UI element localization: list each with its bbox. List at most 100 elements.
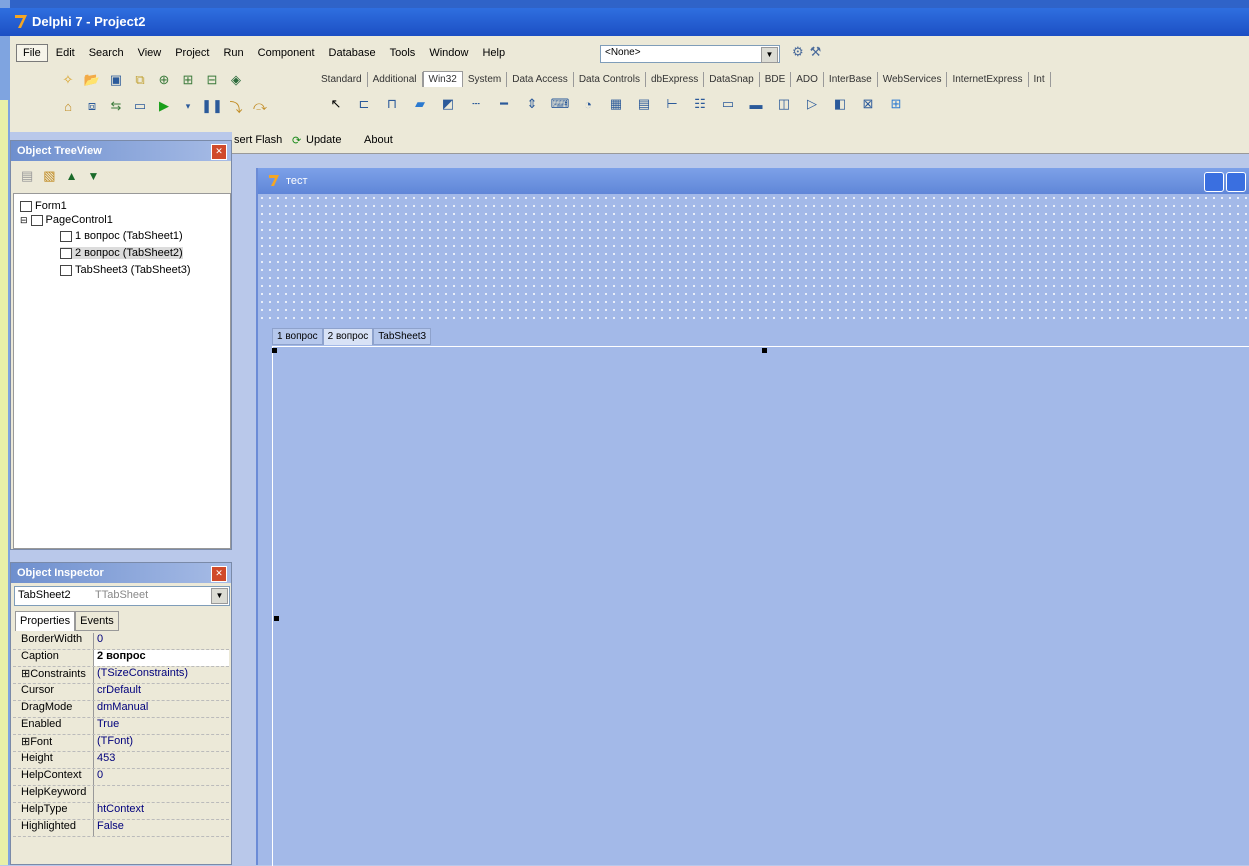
tree-node-form1[interactable]: Form1: [20, 200, 67, 212]
palette-tab-interbase[interactable]: InterBase: [824, 71, 878, 87]
pointer-icon[interactable]: ↖: [326, 94, 346, 114]
updown-icon[interactable]: ⇕: [522, 94, 542, 114]
comboboxex-icon[interactable]: ⊠: [858, 94, 878, 114]
property-row[interactable]: DragMode dmManual: [13, 701, 229, 718]
trackbar-icon[interactable]: ┄: [466, 94, 486, 114]
palette-tab-ado[interactable]: ADO: [791, 71, 824, 87]
save-desktop-icon[interactable]: ⚙: [792, 44, 804, 60]
tab-sheet-body[interactable]: [272, 346, 1249, 866]
imagelist-icon[interactable]: ▰: [410, 94, 430, 114]
menu-search[interactable]: Search: [83, 45, 130, 61]
chevron-down-icon[interactable]: ▼: [211, 588, 228, 604]
property-value[interactable]: 0: [94, 769, 229, 785]
new-item-icon[interactable]: ▤: [21, 168, 33, 184]
move-down-icon[interactable]: ▼: [87, 169, 99, 183]
palette-tab-bde[interactable]: BDE: [760, 71, 792, 87]
view-unit-icon[interactable]: ⌂: [58, 96, 78, 116]
add-file-icon[interactable]: ⊞: [178, 70, 198, 90]
property-value[interactable]: (TFont): [94, 735, 229, 751]
chevron-down-icon[interactable]: ▼: [761, 47, 778, 63]
remove-file-icon[interactable]: ⊟: [202, 70, 222, 90]
palette-tab-additional[interactable]: Additional: [368, 71, 423, 87]
tree-node-pagecontrol1[interactable]: ⊟ PageControl1: [20, 214, 113, 226]
menu-project[interactable]: Project: [169, 45, 215, 61]
view-form-icon[interactable]: ⧈: [82, 96, 102, 116]
toolbar-icon[interactable]: ◫: [774, 94, 794, 114]
menu-file[interactable]: File: [16, 44, 48, 62]
update-button[interactable]: Update: [306, 134, 341, 146]
animate-icon[interactable]: ◔: [578, 94, 598, 114]
palette-tab-dbexpress[interactable]: dbExpress: [646, 71, 705, 87]
tree-node-tabsheet3[interactable]: TabSheet3 (TabSheet3): [60, 264, 191, 276]
chevron-down-icon[interactable]: ▾: [178, 96, 198, 116]
close-icon[interactable]: ✕: [211, 144, 227, 160]
tree-node-tabsheet2[interactable]: 2 вопрос (TabSheet2): [60, 247, 183, 259]
property-row[interactable]: Cursor crDefault: [13, 684, 229, 701]
datetimepicker-icon[interactable]: ▦: [606, 94, 626, 114]
monthcalendar-icon[interactable]: ▤: [634, 94, 654, 114]
set-debug-desktop-icon[interactable]: ⚒: [810, 44, 822, 60]
menu-tools[interactable]: Tools: [384, 45, 422, 61]
property-value[interactable]: htContext: [94, 803, 229, 819]
treeview-icon[interactable]: ⊢: [662, 94, 682, 114]
tab-question-1[interactable]: 1 вопрос: [272, 328, 323, 345]
minimize-icon[interactable]: [1204, 172, 1224, 192]
palette-tab-webservices[interactable]: WebServices: [878, 71, 948, 87]
insert-flash-button[interactable]: sert Flash: [234, 134, 282, 146]
tab-tabsheet3[interactable]: TabSheet3: [373, 328, 432, 345]
open-icon[interactable]: 📂: [82, 70, 102, 90]
palette-tab-datasnap[interactable]: DataSnap: [704, 71, 760, 87]
about-button[interactable]: About: [364, 134, 393, 146]
property-row[interactable]: Highlighted False: [13, 820, 229, 837]
menu-help[interactable]: Help: [476, 45, 511, 61]
pause-icon[interactable]: ❚❚: [201, 96, 223, 116]
property-row[interactable]: Enabled True: [13, 718, 229, 735]
menu-run[interactable]: Run: [217, 45, 249, 61]
statusbar-icon[interactable]: ▬: [746, 94, 766, 114]
refresh-icon[interactable]: ⟳: [292, 134, 301, 147]
tabcontrol-icon[interactable]: ⊏: [354, 94, 374, 114]
palette-tab-data-access[interactable]: Data Access: [507, 71, 574, 87]
open-project-icon[interactable]: ⊕: [154, 70, 174, 90]
step-over-icon[interactable]: ⤼: [250, 96, 270, 116]
property-value[interactable]: (TSizeConstraints): [94, 667, 229, 683]
tab-question-2[interactable]: 2 вопрос: [322, 328, 374, 345]
property-row[interactable]: HelpKeyword: [13, 786, 229, 803]
palette-tab-internet[interactable]: Int: [1029, 71, 1051, 87]
property-value[interactable]: crDefault: [94, 684, 229, 700]
xpmanifest-icon[interactable]: ⊞: [886, 94, 906, 114]
property-row[interactable]: HelpType htContext: [13, 803, 229, 820]
property-value[interactable]: 453: [94, 752, 229, 768]
selection-handle[interactable]: [762, 348, 767, 353]
property-value[interactable]: [94, 786, 229, 802]
property-value[interactable]: True: [94, 718, 229, 734]
menu-component[interactable]: Component: [252, 45, 321, 61]
help-icon[interactable]: ◈: [226, 70, 246, 90]
headercontrol-icon[interactable]: ▭: [718, 94, 738, 114]
tree-node-tabsheet1[interactable]: 1 вопрос (TabSheet1): [60, 230, 183, 242]
progressbar-icon[interactable]: ━: [494, 94, 514, 114]
save-icon[interactable]: ▣: [106, 70, 126, 90]
delete-item-icon[interactable]: ▧: [43, 168, 55, 184]
property-row[interactable]: ⊞Constraints (TSizeConstraints): [13, 667, 229, 684]
menu-edit[interactable]: Edit: [50, 45, 81, 61]
property-value[interactable]: 2 вопрос: [94, 650, 229, 666]
pagecontrol-icon[interactable]: ⊓: [382, 94, 402, 114]
richedit-icon[interactable]: ◩: [438, 94, 458, 114]
palette-tab-internetexpress[interactable]: InternetExpress: [947, 71, 1029, 87]
move-up-icon[interactable]: ▲: [66, 169, 78, 183]
maximize-icon[interactable]: [1226, 172, 1246, 192]
object-selector[interactable]: TabSheet2 TTabSheet ▼: [14, 586, 230, 606]
menu-view[interactable]: View: [132, 45, 168, 61]
property-value[interactable]: dmManual: [94, 701, 229, 717]
property-row[interactable]: BorderWidth 0: [13, 633, 229, 650]
close-icon[interactable]: ✕: [211, 566, 227, 582]
listview-icon[interactable]: ☷: [690, 94, 710, 114]
hotkey-icon[interactable]: ⌨: [550, 94, 570, 114]
save-all-icon[interactable]: ⧉: [130, 70, 150, 90]
coolbar-icon[interactable]: ▷: [802, 94, 822, 114]
selection-handle[interactable]: [274, 616, 279, 621]
property-row[interactable]: Height 453: [13, 752, 229, 769]
property-row[interactable]: Caption 2 вопрос: [13, 650, 229, 667]
pagescroller-icon[interactable]: ◧: [830, 94, 850, 114]
